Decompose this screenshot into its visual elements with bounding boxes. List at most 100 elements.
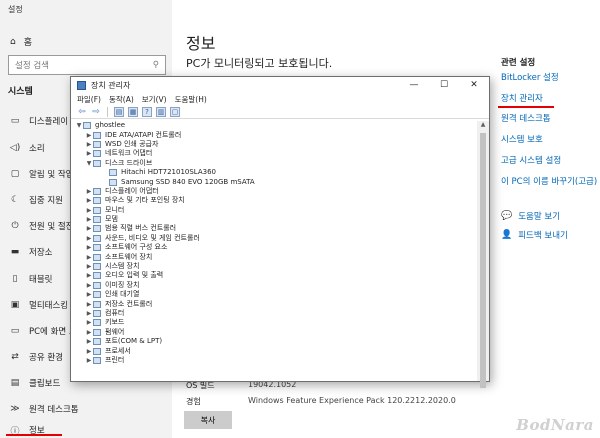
remote-desktop-link[interactable]: 원격 데스크톱 [501, 112, 551, 124]
tree-item-label: Samsung SSD 840 EVO 120GB mSATA [121, 177, 255, 186]
tree-item[interactable]: ▶ 마우스 및 기타 포인팅 장치 [71, 196, 477, 205]
scroll-up-arrow-icon[interactable]: ▲ [477, 121, 489, 131]
tree-item[interactable]: ▶ 프린터 [71, 356, 477, 365]
menu-action[interactable]: 동작(A) [109, 94, 134, 105]
tree-item[interactable]: ▶ 프로세서 [71, 346, 477, 355]
chevron-right-icon[interactable]: ▶ [85, 300, 93, 309]
system-protection-link[interactable]: 시스템 보호 [501, 133, 543, 145]
chevron-right-icon[interactable]: ▶ [85, 187, 93, 196]
search-input[interactable]: 설정 검색 ⚲ [8, 55, 166, 75]
tree-root[interactable]: ▼ ghostlee [71, 121, 477, 130]
rename-pc-link[interactable]: 이 PC의 이름 바꾸기(고급) [501, 175, 597, 187]
chevron-down-icon[interactable]: ▼ [85, 159, 93, 168]
chevron-right-icon[interactable]: ▶ [85, 347, 93, 356]
get-help-link[interactable]: 💬 도움말 보기 [501, 210, 560, 222]
chevron-right-icon[interactable]: ▶ [85, 262, 93, 271]
tree-item[interactable]: ▶ 컴퓨터 [71, 309, 477, 318]
sidebar-item-remote-desktop[interactable]: ≫ 원격 데스크톱 [10, 403, 78, 415]
chevron-right-icon[interactable]: ▶ [85, 243, 93, 252]
chevron-right-icon[interactable]: ▶ [85, 196, 93, 205]
chevron-right-icon[interactable]: ▶ [85, 253, 93, 262]
chevron-right-icon[interactable]: ▶ [85, 290, 93, 299]
sidebar-item-power[interactable]: ⏻ 전원 및 절전 [10, 220, 73, 232]
device-tree-scrollbar[interactable]: ▲ [477, 121, 489, 388]
sidebar-item-tablet[interactable]: ▯ 태블릿 [10, 273, 53, 285]
tree-item[interactable]: ▶ 모뎀 [71, 215, 477, 224]
window-title: 설정 [8, 5, 23, 14]
chevron-right-icon[interactable]: ▶ [85, 140, 93, 149]
chevron-right-icon[interactable]: ▶ [85, 131, 93, 140]
multitasking-icon: ▣ [10, 300, 20, 310]
menu-view[interactable]: 보기(V) [142, 94, 167, 105]
advanced-system-settings-link[interactable]: 고급 시스템 설정 [501, 154, 561, 166]
sidebar-item-shared[interactable]: ⇄ 공유 환경 [10, 351, 63, 363]
tree-item[interactable]: ▶ 사운드, 비디오 및 게임 컨트롤러 [71, 234, 477, 243]
tree-item[interactable]: ▼ 디스크 드라이브 [71, 159, 477, 168]
sidebar-item-notifications[interactable]: ▢ 알림 및 작업 [10, 168, 74, 180]
device-category-icon [109, 169, 117, 177]
console-tree-icon[interactable]: ▦ [128, 106, 138, 117]
chevron-right-icon[interactable]: ▶ [85, 309, 93, 318]
tree-item[interactable]: ▶ 키보드 [71, 318, 477, 327]
sidebar-item-project[interactable]: ▭ PC에 화면 표 [10, 325, 77, 337]
bitlocker-link[interactable]: BitLocker 설정 [501, 71, 559, 83]
device-manager-titlebar[interactable]: 장치 관리자 — ☐ ✕ [71, 77, 489, 93]
tree-item-label: 소프트웨어 구성 요소 [105, 243, 168, 252]
tree-item[interactable]: ▶ IDE ATA/ATAPI 컨트롤러 [71, 130, 477, 139]
sidebar-item-storage[interactable]: ▬ 저장소 [10, 246, 53, 258]
tree-item[interactable]: ▶ 소프트웨어 구성 요소 [71, 243, 477, 252]
tree-item[interactable]: ▶ 디스플레이 어댑터 [71, 187, 477, 196]
menu-help[interactable]: 도움말(H) [175, 94, 207, 105]
chevron-right-icon[interactable]: ▶ [85, 356, 93, 365]
chevron-right-icon[interactable]: ▶ [85, 149, 93, 158]
sidebar-item-multitasking[interactable]: ▣ 멀티태스킹 [10, 299, 68, 311]
tree-item[interactable]: ▶ 펌웨어 [71, 328, 477, 337]
tree-item[interactable]: ▶ 범용 직렬 버스 컨트롤러 [71, 224, 477, 233]
chevron-right-icon[interactable]: ▶ [85, 318, 93, 327]
device-category-icon [93, 263, 101, 271]
sidebar-item-focus-assist[interactable]: ☾ 집중 지원 [10, 194, 63, 206]
chevron-right-icon[interactable]: ▶ [85, 215, 93, 224]
show-hidden-icon[interactable]: ▥ [156, 106, 166, 117]
computer-icon [83, 122, 91, 130]
tree-item[interactable]: Hitachi HDT721010SLA360 [71, 168, 477, 177]
tree-item[interactable]: ▶ 포트(COM & LPT) [71, 337, 477, 346]
properties-icon[interactable]: ▤ [114, 106, 124, 117]
sidebar-item-clipboard[interactable]: ▤ 클립보드 [10, 377, 61, 389]
scan-hardware-icon[interactable]: ▢ [170, 106, 180, 117]
tree-item[interactable]: ▶ 소프트웨어 장치 [71, 252, 477, 261]
sidebar-item-display[interactable]: ▭ 디스플레이 [10, 115, 68, 127]
give-feedback-link[interactable]: 👤 피드백 보내기 [501, 229, 568, 241]
chevron-right-icon[interactable]: ▶ [85, 206, 93, 215]
sidebar-item-sound[interactable]: ◁) 소리 [10, 142, 45, 154]
close-button[interactable]: ✕ [459, 77, 489, 93]
tree-item[interactable]: ▶ 시스템 장치 [71, 262, 477, 271]
chevron-right-icon[interactable]: ▶ [85, 234, 93, 243]
tree-item[interactable]: ▶ 오디오 입력 및 출력 [71, 271, 477, 280]
tree-item[interactable]: ▶ 모니터 [71, 206, 477, 215]
copy-button[interactable]: 복사 [184, 411, 232, 429]
tree-item[interactable]: ▶ 이미징 장치 [71, 281, 477, 290]
chevron-right-icon[interactable]: ▶ [85, 281, 93, 290]
menu-file[interactable]: 파일(F) [77, 94, 101, 105]
chevron-right-icon[interactable]: ▶ [85, 328, 93, 337]
chevron-right-icon[interactable]: ▶ [85, 337, 93, 346]
chevron-down-icon[interactable]: ▼ [75, 121, 83, 130]
tree-item[interactable]: Samsung SSD 840 EVO 120GB mSATA [71, 177, 477, 186]
minimize-button[interactable]: — [399, 77, 429, 93]
tree-item[interactable]: ▶ 네트워크 어댑터 [71, 149, 477, 158]
maximize-button[interactable]: ☐ [429, 77, 459, 93]
home-nav-item[interactable]: ⌂ 홈 [10, 35, 32, 49]
back-arrow-icon[interactable]: ⇦ [77, 107, 87, 117]
tree-item[interactable]: ▶ 인쇄 대기열 [71, 290, 477, 299]
chevron-right-icon[interactable]: ▶ [85, 271, 93, 280]
tree-item-label: 프로세서 [105, 346, 131, 355]
help-topics-icon[interactable]: ? [142, 106, 152, 117]
tree-item[interactable]: ▶ 저장소 컨트롤러 [71, 299, 477, 308]
forward-arrow-icon[interactable]: ⇨ [91, 107, 101, 117]
sidebar-item-label: 멀티태스킹 [29, 301, 69, 311]
chevron-right-icon[interactable]: ▶ [85, 224, 93, 233]
scroll-thumb[interactable] [480, 133, 486, 388]
tree-item[interactable]: ▶ WSD 인쇄 공급자 [71, 140, 477, 149]
device-manager-link[interactable]: 장치 관리자 [501, 92, 543, 104]
